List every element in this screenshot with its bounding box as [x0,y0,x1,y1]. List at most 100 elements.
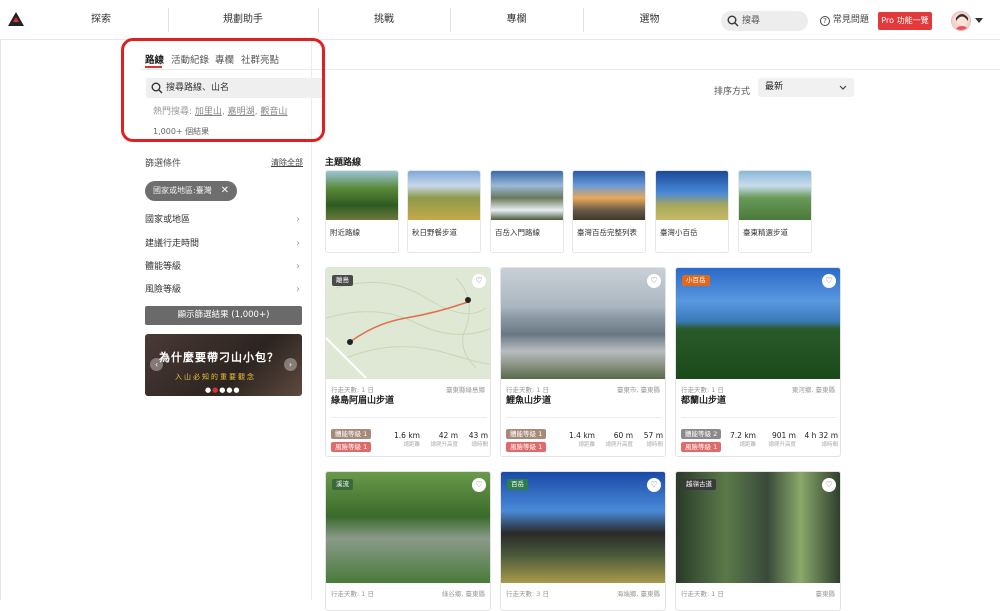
route-map-image: 離島 ♡ [326,268,490,379]
nav-explore[interactable]: 探索 [60,0,142,40]
chip-value: 臺灣 [195,186,212,195]
distance-value: 1.6 km [394,431,420,440]
risk-tag: 風險等級 1 [331,442,372,452]
elevation-label: 總爬升高度 [605,442,633,448]
filter-row-label: 國家或地區 [145,215,191,225]
filter-row-risk[interactable]: 風險等級 › [145,282,302,300]
theme-card[interactable]: 附近路線 [325,170,399,253]
top-search-input[interactable]: 搜尋 [721,11,808,31]
show-results-button[interactable]: 顯示篩選結果 (1,000+) [145,306,302,325]
fitness-tag: 體能等級 1 [331,429,372,439]
theme-image [656,171,728,220]
fitness-tag: 體能等級 2 [681,429,722,439]
route-location: 東河鄉, 臺東縣 [791,386,835,394]
avatar[interactable] [951,11,971,31]
chevron-down-icon [839,85,847,90]
heart-icon[interactable]: ♡ [647,274,661,288]
route-location: 海端鄉, 臺東縣 [616,590,660,598]
chevron-right-icon: › [296,214,300,225]
theme-card[interactable]: 臺灣小百岳 [655,170,729,253]
fitness-tag: 體能等級 1 [506,429,547,439]
theme-image [739,171,811,220]
filter-chip-country[interactable]: 國家或地區:臺灣 ✕ [145,181,237,201]
time-value: 57 m [643,431,663,440]
theme-image [491,171,563,220]
chevron-right-icon: › [296,284,300,295]
time-value: 43 m [468,431,488,440]
route-location: 臺東縣 [815,590,836,598]
nav-shop[interactable]: 選物 [583,0,716,40]
filter-row-label: 體能等級 [145,262,182,272]
theme-label: 秋日野餐步道 [412,228,457,237]
theme-card[interactable]: 秋日野餐步道 [407,170,481,253]
faq-link[interactable]: ? 常見問題 [820,0,869,40]
route-photo: ♡ [501,268,665,379]
theme-image [408,171,480,220]
heart-icon[interactable]: ♡ [647,478,661,492]
banner-subtitle: 入山必知的重要觀念 [175,373,256,381]
theme-label: 臺灣小百岳 [660,228,698,237]
heart-icon[interactable]: ♡ [472,478,486,492]
nav-planner[interactable]: 規劃助手 [168,0,318,40]
theme-label: 附近路線 [330,228,360,237]
route-card[interactable]: 溪流 ♡ 行走天數: 1 日 綠谷鄉, 臺東縣 [325,471,491,611]
theme-card[interactable]: 臺灣百岳完整列表 [572,170,646,253]
risk-tag: 風險等級 1 [681,442,722,452]
route-photo: 溪流 ♡ [326,472,490,583]
filter-title: 篩選條件 [145,159,182,169]
theme-image [326,171,398,220]
filter-row-duration[interactable]: 建議行走時間 › [145,236,302,254]
banner-title: 為什麼要帶刁山小包？ [159,351,279,364]
theme-card[interactable]: 臺東精選步道 [738,170,812,253]
time-label: 總時間 [646,442,663,448]
chevron-right-icon[interactable]: › [284,358,297,371]
pro-features-button[interactable]: Pro 功能一覽 [878,12,932,30]
distance-value: 7.2 km [730,431,756,440]
category-badge: 溪流 [332,479,353,490]
heart-icon[interactable]: ♡ [822,274,836,288]
time-label: 總時間 [821,442,838,448]
sort-label: 排序方式 [714,87,751,97]
question-icon: ? [820,16,830,26]
route-card[interactable]: 離島 ♡ 行走天數: 1 日 臺東縣綠島鄉 綠島阿眉山步道 體能等級 1 風險等… [325,267,491,457]
site-logo-icon[interactable] [8,12,24,26]
elevation-value: 60 m [613,431,633,440]
elevation-label: 總爬升高度 [768,442,796,448]
distance-label: 總距離 [739,442,756,448]
avatar-image [955,14,969,30]
nav-column[interactable]: 專欄 [450,0,583,40]
chevron-right-icon: › [296,261,300,272]
close-icon[interactable]: ✕ [221,181,229,201]
route-distance: 1.4 km 總距離 [567,431,595,448]
filter-row-country[interactable]: 國家或地區 › [145,212,302,230]
distance-label: 總距離 [578,442,595,448]
route-name: 綠島阿眉山步道 [331,396,395,406]
heart-icon[interactable]: ♡ [822,478,836,492]
route-location: 臺東市, 臺東縣 [616,386,660,394]
route-elevation: 60 m 總爬升高度 [599,431,633,448]
theme-image [573,171,645,220]
route-distance: 1.6 km 總距離 [392,431,420,448]
route-card[interactable]: ♡ 行走天數: 1 日 臺東市, 臺東縣 鯉魚山步道 體能等級 1 風險等級 1… [500,267,666,457]
filter-row-fitness[interactable]: 體能等級 › [145,259,302,277]
elevation-value: 901 m [771,431,796,440]
clear-all-link[interactable]: 清除全部 [271,157,303,168]
sort-select[interactable]: 最新 [758,78,854,97]
elevation-value: 42 m [438,431,458,440]
route-time: 4 h 32 m 總時間 [800,431,838,448]
route-time: 43 m 總時間 [462,431,488,448]
promo-banner[interactable]: 為什麼要帶刁山小包？ 入山必知的重要觀念 ‹ › ●●●●● [145,334,302,396]
highlight-box [121,38,325,142]
route-card[interactable]: 越嶺古道 ♡ 行走天數: 1 日 臺東縣 [675,471,841,611]
chevron-left-icon[interactable]: ‹ [150,358,163,371]
nav-challenge[interactable]: 挑戰 [318,0,450,40]
top-search-placeholder: 搜尋 [742,16,761,26]
chevron-down-icon[interactable] [975,18,983,23]
heart-icon[interactable]: ♡ [472,274,486,288]
theme-card[interactable]: 百岳入門路線 [490,170,564,253]
route-card[interactable]: 小百岳 ♡ 行走天數: 1 日 東河鄉, 臺東縣 都蘭山步道 體能等級 2 風險… [675,267,841,457]
route-card[interactable]: 百岳 ♡ 行走天數: 3 日 海端鄉, 臺東縣 [500,471,666,611]
route-distance: 7.2 km 總距離 [726,431,756,448]
time-value: 4 h 32 m [804,431,838,440]
risk-tag: 風險等級 1 [506,442,547,452]
